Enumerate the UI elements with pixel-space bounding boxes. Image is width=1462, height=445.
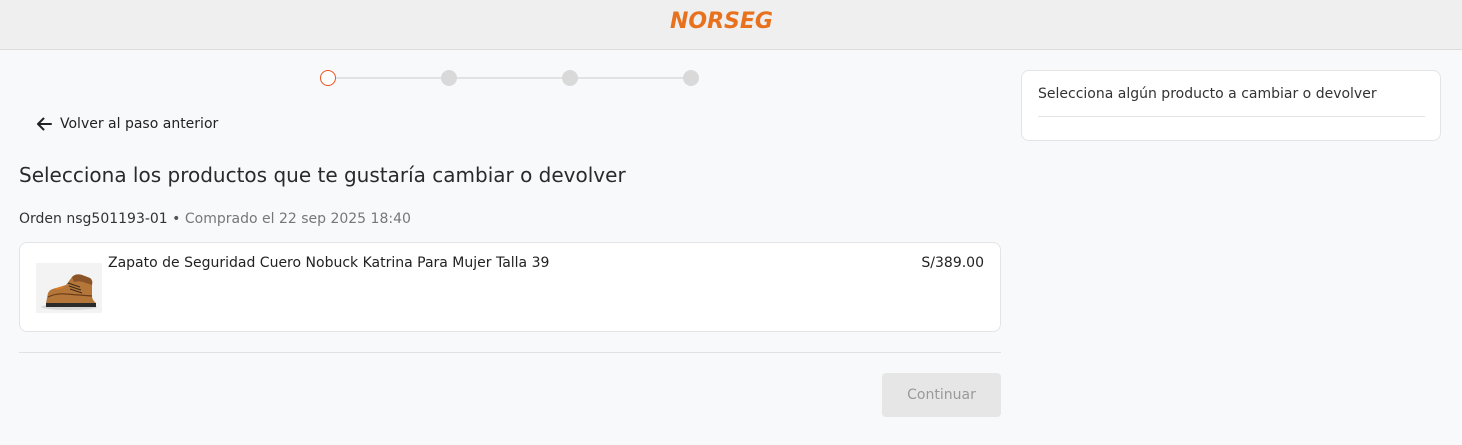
summary-empty-message: Selecciona algún producto a cambiar o de… — [1038, 86, 1377, 102]
page-title: Selecciona los productos que te gustaría… — [19, 163, 626, 187]
step-connector — [578, 77, 683, 79]
step-4-dot — [683, 70, 699, 86]
product-price: S/389.00 — [921, 255, 984, 271]
back-link[interactable]: Volver al paso anterior — [34, 114, 218, 134]
order-info: Orden nsg501193-01 • Comprado el 22 sep … — [19, 211, 411, 227]
product-image — [36, 263, 102, 313]
summary-panel: Selecciona algún producto a cambiar o de… — [1021, 70, 1441, 141]
order-separator: • — [172, 211, 181, 227]
arrow-left-icon — [37, 117, 52, 131]
brand-logo[interactable]: NORSEG — [670, 9, 773, 34]
step-connector — [457, 77, 562, 79]
step-connector — [336, 77, 441, 79]
continue-button[interactable]: Continuar — [882, 373, 1001, 417]
step-1-dot — [320, 70, 336, 86]
section-divider — [19, 352, 1001, 353]
step-2-dot — [441, 70, 457, 86]
back-link-label: Volver al paso anterior — [60, 116, 219, 132]
product-name: Zapato de Seguridad Cuero Nobuck Katrina… — [108, 255, 550, 271]
safety-boot-image — [36, 263, 102, 313]
product-item[interactable]: Zapato de Seguridad Cuero Nobuck Katrina… — [19, 242, 1001, 332]
step-3-dot — [562, 70, 578, 86]
site-header: NORSEG — [0, 0, 1462, 50]
order-number: Orden nsg501193-01 — [19, 211, 168, 227]
summary-divider — [1038, 116, 1425, 117]
progress-stepper — [320, 69, 702, 87]
order-purchase-date: Comprado el 22 sep 2025 18:40 — [184, 211, 411, 227]
